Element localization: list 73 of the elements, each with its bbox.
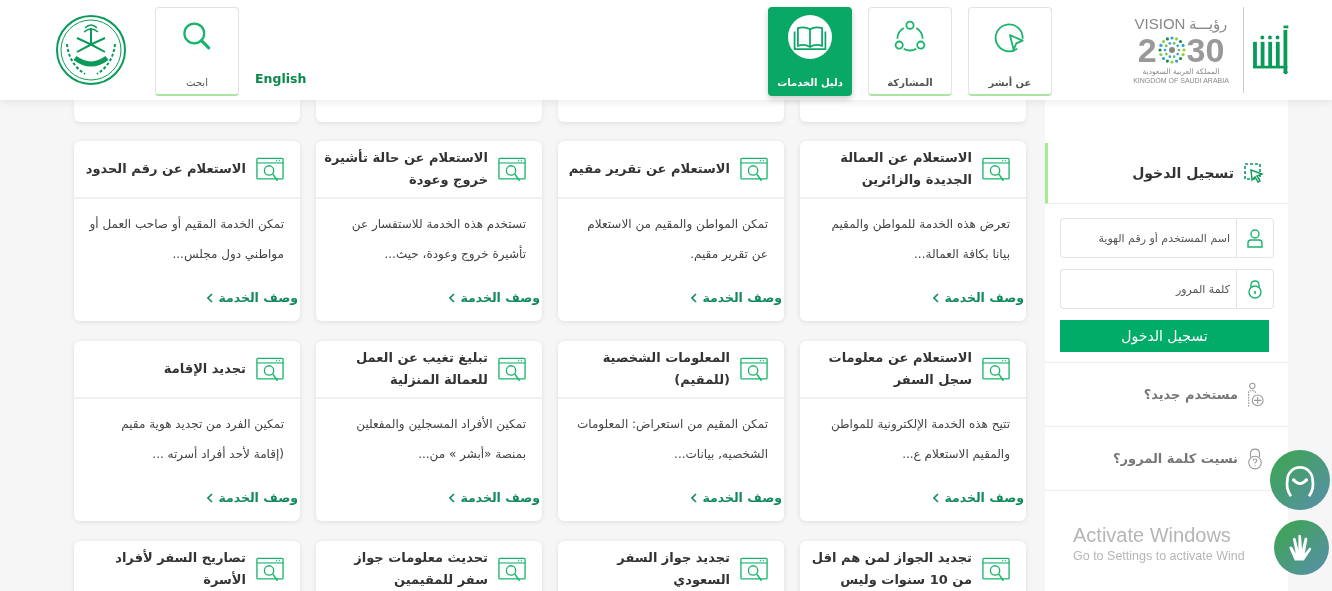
nav-tab[interactable]: المشاركة (868, 6, 952, 96)
language-link[interactable]: English (255, 70, 307, 86)
service-title: تصاريح السفر لأفراد الأسرة (114, 548, 246, 589)
logo-text: 30 (1186, 33, 1225, 67)
service-link[interactable]: وصف الخدمة (207, 490, 298, 505)
browser-search-icon (982, 356, 1010, 382)
service-link[interactable]: وصف الخدمة (933, 290, 1024, 305)
service-link[interactable]: وصف الخدمة (449, 290, 540, 305)
chevron-icon (207, 492, 214, 503)
service-link[interactable]: وصف الخدمة (449, 490, 540, 505)
browser-search-icon (256, 356, 284, 382)
service-description: تستخدم هذه الخدمة للاستفسار عن تأشيرة خروج وعودة، حيث... (350, 216, 526, 264)
emblem-drawing (55, 14, 127, 86)
browser-search-icon (256, 156, 284, 182)
browser-search-icon (740, 356, 768, 382)
service-description: تمكن المقيم من استعراض: المعلومات الشخصيه, بيانات... (575, 416, 768, 463)
chevron-icon (691, 492, 698, 503)
emblem-icon (1156, 35, 1187, 65)
service-title: تجديد جواز السفر السعودي (615, 549, 730, 589)
service-title: الاستعلام عن رقم الحدود (85, 160, 246, 179)
service-title: تبليغ تغيب عن العمل للعمالة المنزلية (354, 349, 488, 389)
service-title: الاستعلام عن حالة تأشيرة خروج وعودة (324, 148, 488, 190)
activation-message: Go to Settings to activate Wind (1073, 548, 1245, 565)
chevron-icon (933, 492, 940, 503)
user-icon (1245, 228, 1265, 248)
chevron-icon (691, 292, 698, 303)
service-description: تتيح هذه الخدمة الإلكترونية للمواطن والمقيم الاستعلام ع... (829, 416, 1010, 463)
browser-search-icon (498, 556, 526, 582)
service-description: تمكن المواطن والمقيم من الاستعلام عن تقرير مقيم. (586, 216, 768, 264)
service-link[interactable]: وصف الخدمة (933, 490, 1024, 505)
chevron-icon (933, 292, 940, 303)
service-title: تجديد الإقامة (163, 360, 246, 378)
forgot-password-link[interactable]: نسيت كلمة المرور؟ (1113, 445, 1264, 472)
lock-icon (1245, 279, 1265, 299)
chevron-icon (449, 492, 456, 503)
browser-search-icon (498, 156, 526, 182)
login-button[interactable]: تسجيل الدخول (1060, 320, 1269, 352)
service-title: تجديد الجواز لمن هم اقل من 10 سنوات وليس (810, 549, 972, 589)
chevron-icon (207, 292, 214, 303)
nav-tab[interactable]: عن أبشر (968, 6, 1052, 96)
activation-title: Activate Windows (1073, 523, 1232, 547)
service-description: تمكين الأفراد المسجلين والمفعلين بمنصة «أبشر » من... (355, 415, 526, 464)
service-title: الاستعلام عن العمالة الجديدة والزائرين (839, 149, 972, 189)
cursor-select-icon (1244, 163, 1264, 183)
chevron-icon (449, 292, 456, 303)
browser-search-icon (740, 156, 768, 182)
browser-search-icon (498, 356, 526, 382)
logo-text: رؤيـــة (1189, 15, 1228, 33)
book-icon (788, 14, 832, 59)
browser-search-icon (982, 156, 1010, 182)
browser-search-icon (740, 556, 768, 582)
service-link[interactable]: وصف الخدمة (691, 490, 782, 505)
search-button[interactable]: ابحث (155, 6, 239, 96)
login-title: تسجيل الدخول (1132, 165, 1234, 181)
service-description: تمكين الفرد من تجديد هوية مقيم (إقامة لأحد أفراد أسرته ... (120, 416, 284, 463)
browser-search-icon (256, 556, 284, 582)
browser-search-icon (982, 556, 1010, 582)
nav-tab[interactable]: دليل الخدمات (768, 6, 852, 96)
password-field[interactable]: كلمة المرور (1060, 269, 1236, 309)
service-link[interactable]: وصف الخدمة (691, 290, 782, 305)
service-title: تحديث معلومات جواز سفر للمقيمين (352, 549, 488, 589)
sign-language-button[interactable] (1274, 520, 1329, 575)
service-title: الاستعلام عن معلومات سجل السفر (827, 349, 972, 389)
service-link[interactable]: وصف الخدمة (207, 290, 298, 305)
service-title: المعلومات الشخصية (للمقيم) (601, 349, 730, 389)
service-title: الاستعلام عن تقرير مقيم (568, 160, 730, 179)
chat-button[interactable] (1270, 450, 1330, 510)
service-description: تعرض هذه الخدمة للمواطن والمقيم بيانا بكافة العمالة... (830, 216, 1010, 263)
add-user-icon (1246, 381, 1264, 408)
logo-text: VISION (1134, 15, 1186, 33)
service-description: تمكن الخدمة المقيم أو صاحب العمل أو مواطني دول مجلس... (88, 215, 284, 264)
logo-text: 2 (1137, 33, 1157, 67)
new-user-link[interactable]: مستخدم جديد؟ (1143, 381, 1264, 408)
